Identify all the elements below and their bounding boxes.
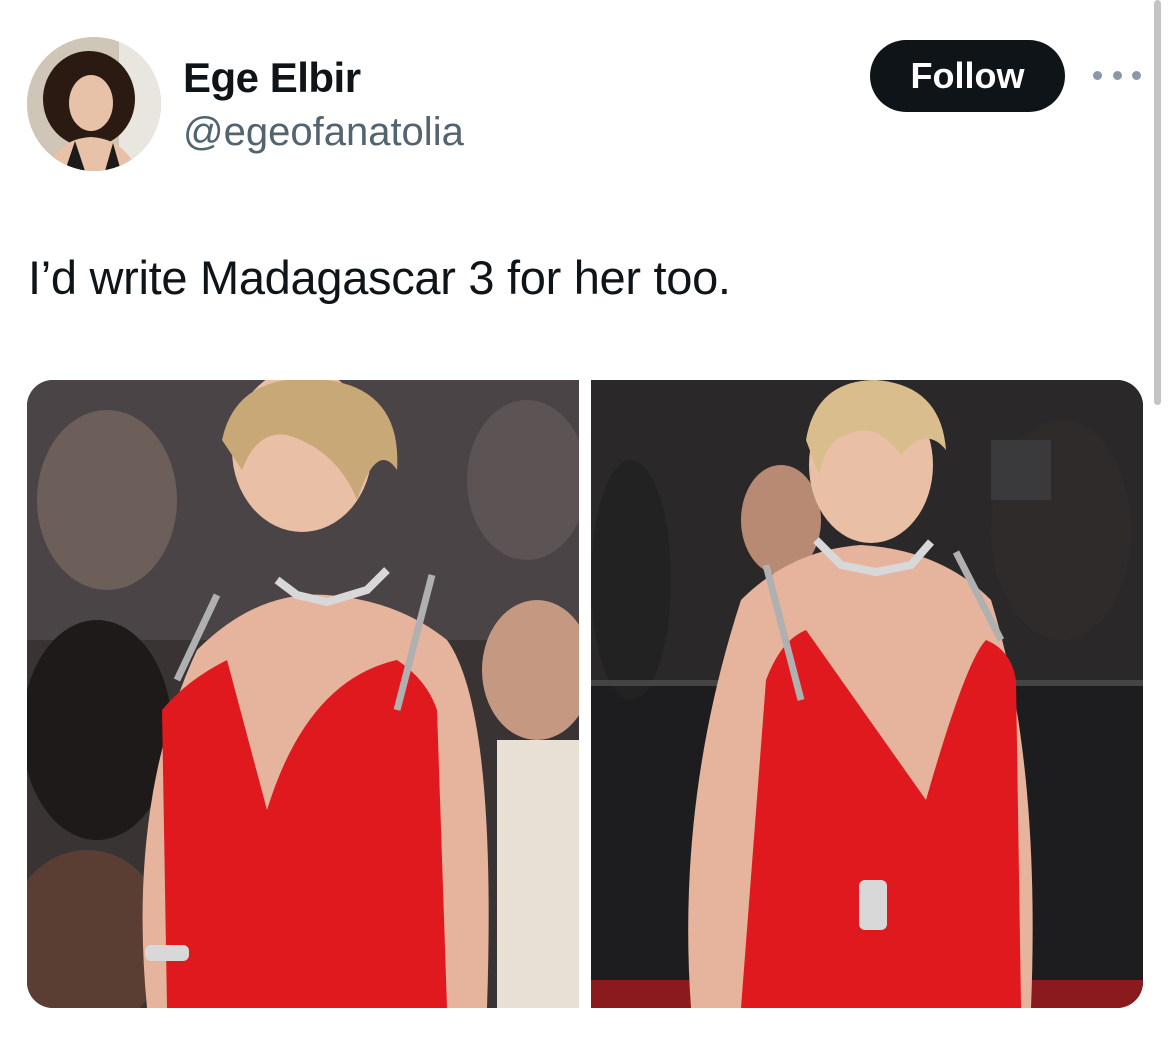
author-avatar[interactable] [27, 37, 161, 171]
avatar-image [27, 37, 161, 171]
media-photo-2[interactable] [591, 380, 1143, 1008]
tweet-header: Ege Elbir @egeofanatolia Follow [0, 0, 1170, 200]
follow-button[interactable]: Follow [870, 40, 1065, 112]
tweet-text: I’d write Madagascar 3 for her too. [28, 251, 731, 304]
photo-image [27, 380, 579, 1008]
author-name[interactable]: Ege Elbir [183, 54, 361, 102]
photo-image [591, 380, 1143, 1008]
media-photo-1[interactable] [27, 380, 579, 1008]
dot [1132, 70, 1141, 80]
scrollbar[interactable] [1154, 0, 1161, 405]
dot [1112, 70, 1122, 80]
dot [1093, 70, 1102, 80]
more-options-icon[interactable] [1093, 60, 1141, 90]
media-grid [27, 380, 1143, 1008]
author-handle[interactable]: @egeofanatolia [183, 110, 464, 155]
